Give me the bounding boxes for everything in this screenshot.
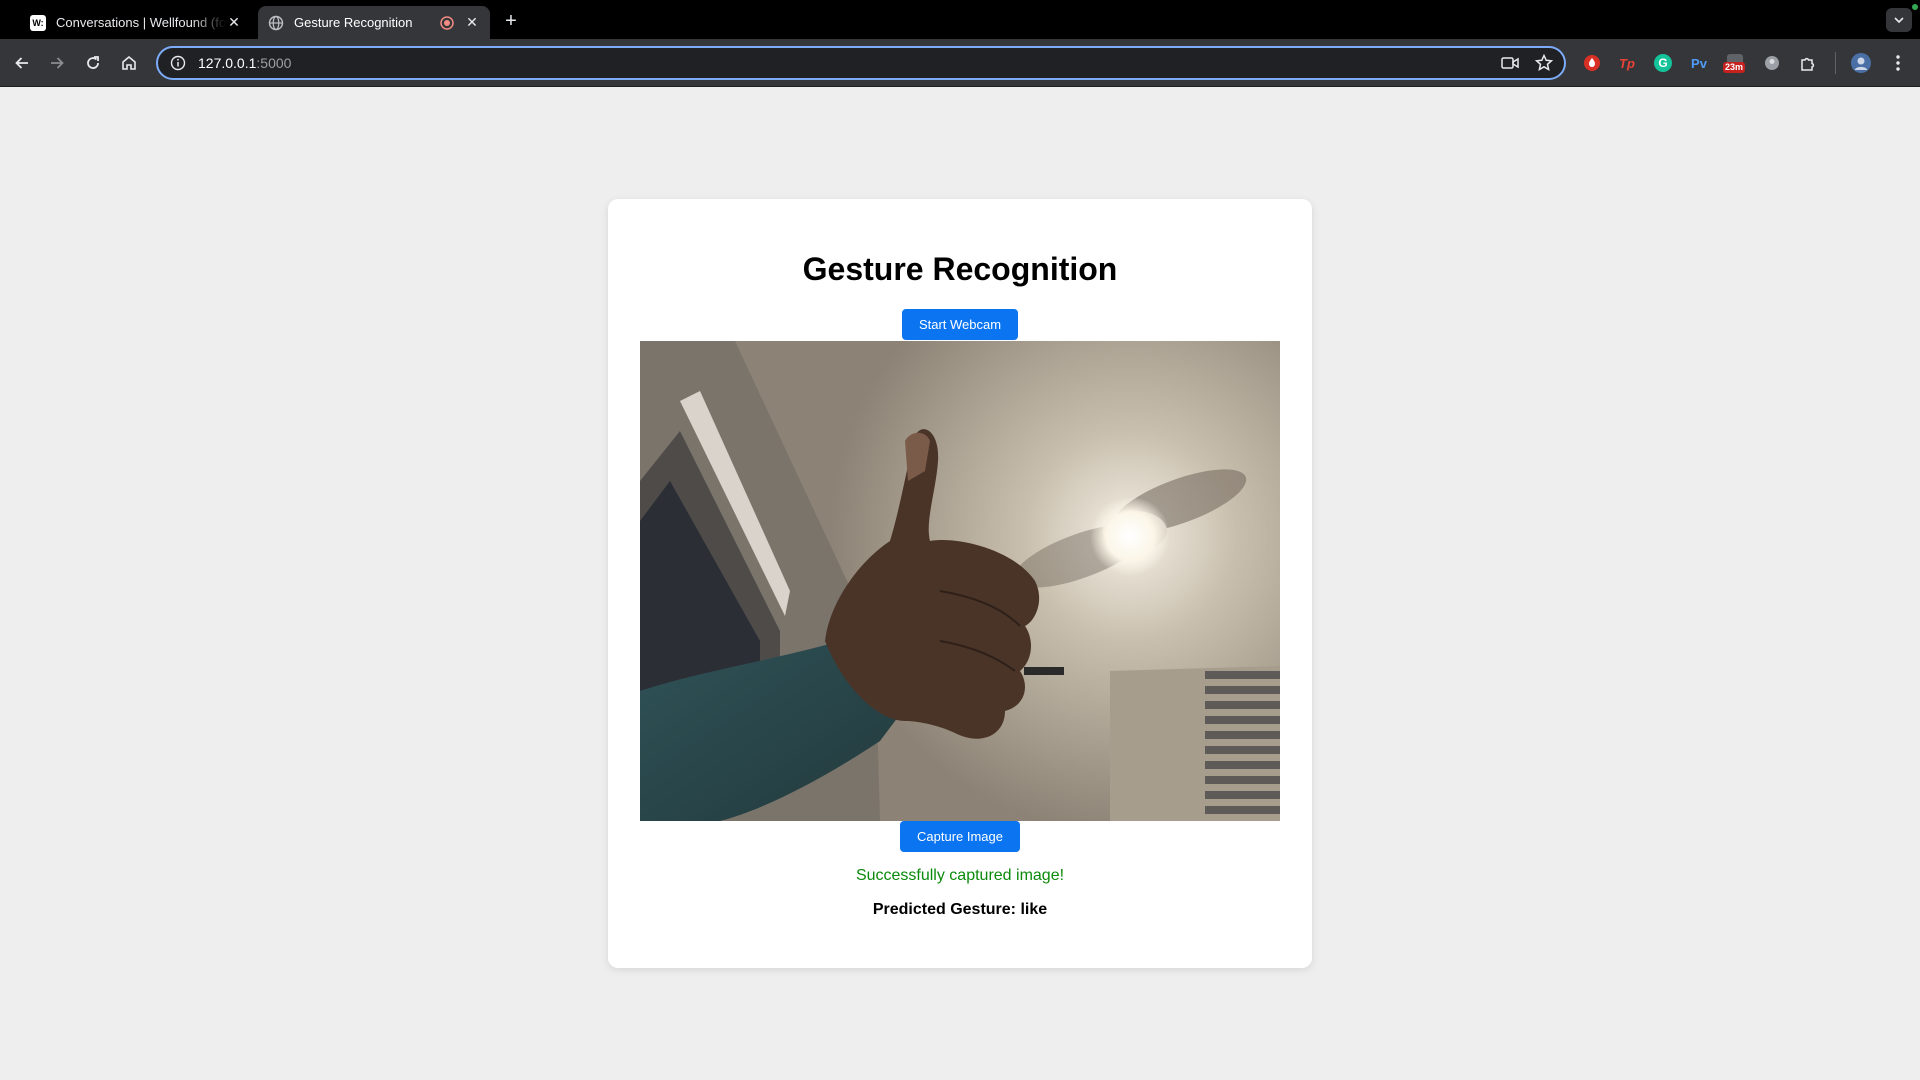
toolbar-separator <box>1835 52 1836 74</box>
extensions-puzzle-icon[interactable] <box>1796 51 1820 75</box>
globe-icon <box>268 15 284 31</box>
webcam-captured-image <box>640 341 1280 821</box>
url-host: 127.0.0.1 <box>198 55 257 71</box>
profile-avatar[interactable] <box>1849 51 1873 75</box>
camera-in-use-icon[interactable] <box>1500 53 1520 78</box>
tab-title: Conversations | Wellfound (fo <box>56 15 226 30</box>
bookmark-star-icon[interactable] <box>1534 53 1554 78</box>
site-info-icon[interactable] <box>170 55 186 71</box>
address-bar[interactable]: 127.0.0.1:5000 <box>156 46 1566 80</box>
arrow-right-icon <box>51 57 64 69</box>
kebab-menu-icon <box>1896 55 1900 71</box>
back-button[interactable] <box>10 51 34 75</box>
start-webcam-button[interactable]: Start Webcam <box>902 309 1018 340</box>
extension-pv-icon[interactable]: Pv <box>1687 51 1711 75</box>
extension-tp-icon[interactable]: Tp <box>1615 51 1639 75</box>
wellfound-favicon-icon: W: <box>30 14 46 31</box>
url-port: :5000 <box>256 55 292 71</box>
gesture-card: Gesture Recognition Start Webcam Capture… <box>608 199 1312 968</box>
timer-extension-icon[interactable]: 23m <box>1723 51 1747 75</box>
reload-button[interactable] <box>81 51 105 75</box>
tab-search-button[interactable] <box>1886 8 1912 32</box>
recording-indicator-icon <box>440 15 454 30</box>
page-title: Gesture Recognition <box>802 251 1118 287</box>
status-message: Successfully captured image! <box>855 867 1065 884</box>
arrow-left-icon <box>15 57 28 69</box>
reload-icon <box>87 56 99 69</box>
predicted-gesture: Predicted Gesture: like <box>872 901 1048 918</box>
browser-menu-button[interactable] <box>1886 51 1910 75</box>
close-tab-icon[interactable]: ✕ <box>226 14 242 31</box>
chevron-down-icon <box>1894 17 1904 24</box>
close-tab-icon[interactable]: ✕ <box>464 14 480 31</box>
home-button[interactable] <box>117 51 141 75</box>
tab-title: Gesture Recognition <box>294 15 413 30</box>
extension-red-icon[interactable] <box>1580 51 1604 75</box>
capture-image-button[interactable]: Capture Image <box>900 821 1020 852</box>
home-icon <box>122 55 136 70</box>
tab-gesture-recognition[interactable]: Gesture Recognition ✕ <box>258 6 490 39</box>
browser-toolbar: 127.0.0.1:5000 Tp G Pv 23m <box>0 39 1920 87</box>
profile-status-dot <box>1912 4 1918 10</box>
extension-circle-icon[interactable] <box>1760 51 1784 75</box>
forward-button[interactable] <box>45 51 69 75</box>
new-tab-button[interactable]: + <box>500 10 522 32</box>
grammarly-icon[interactable]: G <box>1651 51 1675 75</box>
tab-wellfound[interactable]: W: Conversations | Wellfound (fo ✕ <box>20 6 252 39</box>
tab-strip: W: Conversations | Wellfound (fo ✕ Gestu… <box>0 0 1920 39</box>
